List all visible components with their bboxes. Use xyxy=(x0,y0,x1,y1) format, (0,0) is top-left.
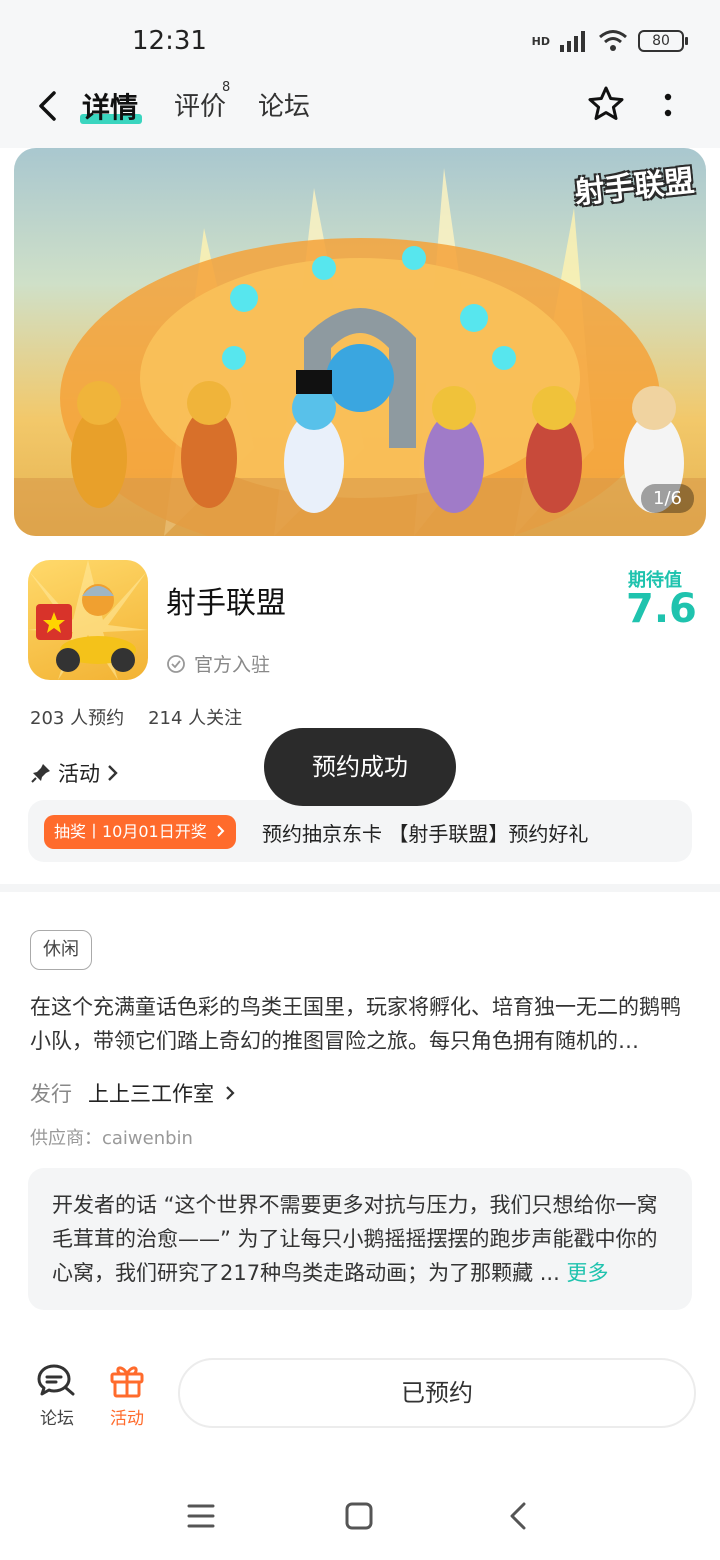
signal-icon xyxy=(560,31,585,52)
official-label: 官方入驻 xyxy=(194,654,271,676)
lottery-tag[interactable]: 抽奖丨10月01日开奖 xyxy=(44,815,236,849)
home-icon[interactable] xyxy=(344,1500,374,1532)
reservation-count: 203 人预约 xyxy=(30,708,125,729)
app-icon-artwork xyxy=(28,560,148,680)
section-divider xyxy=(0,884,720,892)
publisher-name: 上上三工作室 xyxy=(88,1082,214,1106)
chevron-right-icon xyxy=(108,765,118,781)
supplier-info: 供应商：caiwenbin xyxy=(30,1128,193,1149)
battery-indicator: 80 xyxy=(638,30,688,52)
app-icon xyxy=(28,560,148,680)
activity-tab-label[interactable]: 活动 xyxy=(110,1404,144,1429)
reserved-button[interactable]: 已预约 xyxy=(178,1358,696,1428)
app-stats: 203 人预约 214 人关注 xyxy=(30,704,242,730)
nav-back-icon[interactable] xyxy=(504,1500,534,1532)
status-time: 12:31 xyxy=(132,26,207,56)
pin-icon xyxy=(31,764,50,783)
favorite-star-icon[interactable] xyxy=(586,84,626,124)
expectation-score: 7.6 xyxy=(626,586,697,632)
developer-note: 开发者的话 “这个世界不需要更多对抗与压力，我们只想给你一窝毛茸茸的治愈——” … xyxy=(52,1188,672,1290)
carousel-page-counter: 1/6 xyxy=(641,484,694,513)
network-label: HD xyxy=(531,34,550,48)
wifi-icon xyxy=(599,30,627,51)
verified-check-icon xyxy=(167,654,185,673)
gift-icon[interactable] xyxy=(108,1362,146,1398)
game-description[interactable]: 在这个充满童话色彩的鸟类王国里，玩家将孵化、培育独一无二的鹅鸭小队，带领它们踏上… xyxy=(30,990,692,1058)
review-count-badge: 8 xyxy=(222,80,231,95)
chevron-right-icon xyxy=(226,1086,235,1100)
genre-tag[interactable]: 休闲 xyxy=(30,930,92,970)
tab-forum[interactable]: 论坛 xyxy=(258,86,310,123)
follower-count: 214 人关注 xyxy=(148,708,243,729)
official-badge: 官方入驻 xyxy=(166,650,270,677)
recent-apps-icon[interactable] xyxy=(186,1500,216,1532)
app-name: 射手联盟 xyxy=(166,586,286,621)
publisher-row[interactable]: 发行 上上三工作室 xyxy=(30,1078,236,1108)
toast-message: 预约成功 xyxy=(264,728,456,806)
more-link[interactable]: 更多 xyxy=(566,1261,608,1285)
lottery-tag-text: 抽奖丨10月01日开奖 xyxy=(54,822,207,841)
activity-description: 预约抽京东卡 【射手联盟】预约好礼 xyxy=(262,822,589,846)
activity-title: 活动 xyxy=(58,762,100,786)
tab-details[interactable]: 详情 xyxy=(82,86,138,126)
tab-reviews[interactable]: 评价 xyxy=(174,86,226,123)
status-icons: HD 80 xyxy=(531,26,688,56)
chevron-right-icon xyxy=(217,825,225,837)
back-arrow-icon[interactable] xyxy=(30,88,66,124)
activity-section-link[interactable]: 活动 xyxy=(30,758,120,788)
forum-icon[interactable] xyxy=(36,1362,76,1398)
forum-tab-label[interactable]: 论坛 xyxy=(40,1404,74,1429)
publisher-label: 发行 xyxy=(30,1082,72,1106)
more-options-icon[interactable] xyxy=(660,90,676,122)
